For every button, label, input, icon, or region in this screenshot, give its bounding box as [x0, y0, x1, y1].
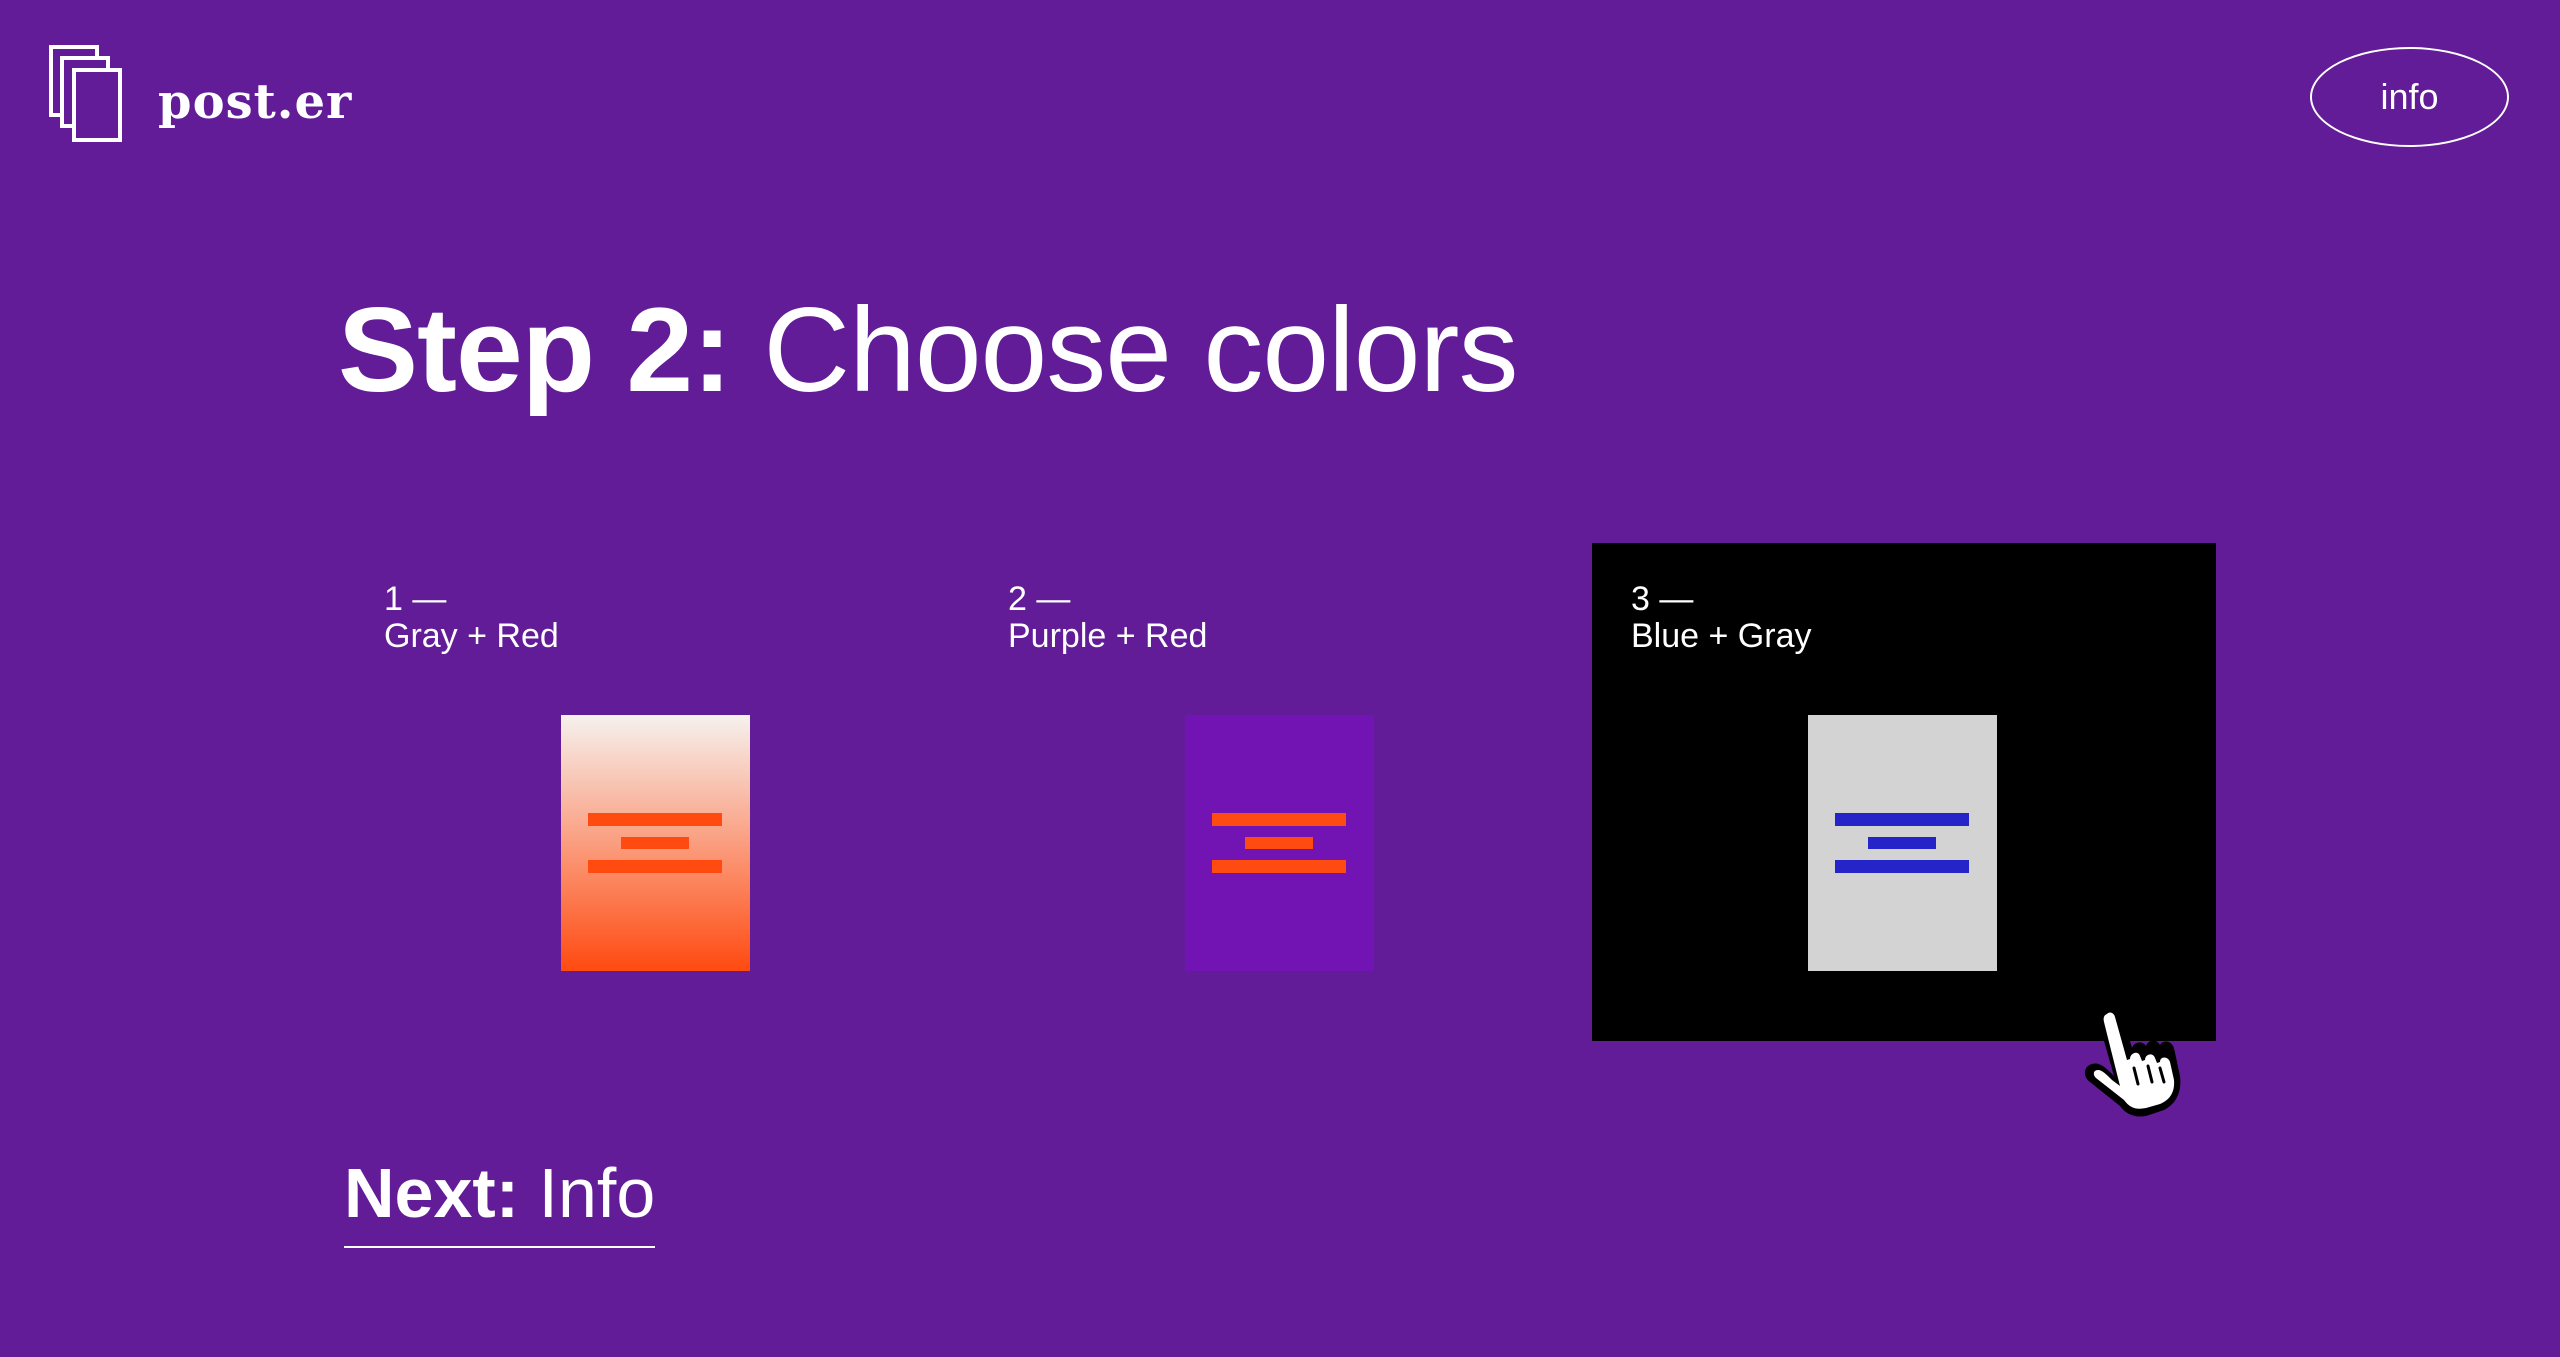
option-name: Blue + Gray	[1631, 617, 1812, 655]
color-option-gray-red[interactable]: 1 — Gray + Red	[345, 543, 969, 1041]
option-number: 3 —	[1631, 580, 1694, 618]
poster-line	[588, 813, 722, 826]
step-title-text: Choose colors	[763, 283, 1518, 417]
logo-text: post.er	[158, 74, 353, 130]
poster-preview	[1808, 715, 1997, 971]
poster-line	[588, 860, 722, 873]
poster-line	[1835, 813, 1969, 826]
next-step-link[interactable]: Next: Info	[344, 1152, 656, 1248]
next-prefix: Next:	[344, 1154, 520, 1232]
poster-preview	[1185, 715, 1374, 971]
poster-line	[1212, 813, 1346, 826]
poster-line	[1835, 860, 1969, 873]
poster-line	[1212, 860, 1346, 873]
stacked-pages-icon	[49, 45, 122, 142]
next-label: Info	[538, 1154, 656, 1232]
hand-pointer-icon	[2084, 1003, 2181, 1117]
option-number: 2 —	[1008, 580, 1071, 618]
poster-line	[1868, 837, 1936, 849]
option-number: 1 —	[384, 580, 447, 618]
poster-line	[1245, 837, 1313, 849]
color-option-blue-gray[interactable]: 3 — Blue + Gray	[1592, 543, 2216, 1041]
color-option-purple-red[interactable]: 2 — Purple + Red	[969, 543, 1593, 1041]
option-label: 2 — Purple + Red	[1008, 581, 1207, 655]
step-number: Step 2:	[338, 283, 732, 417]
app-root: post.er info Step 2: Choose colors 1 — G…	[0, 0, 2560, 1357]
poster-preview	[561, 715, 750, 971]
option-label: 3 — Blue + Gray	[1631, 581, 1811, 655]
info-button[interactable]: info	[2310, 47, 2509, 147]
page-title: Step 2: Choose colors	[338, 283, 1518, 417]
option-name: Gray + Red	[384, 617, 559, 655]
option-name: Purple + Red	[1008, 617, 1208, 655]
poster-line	[621, 837, 689, 849]
option-label: 1 — Gray + Red	[384, 581, 559, 655]
